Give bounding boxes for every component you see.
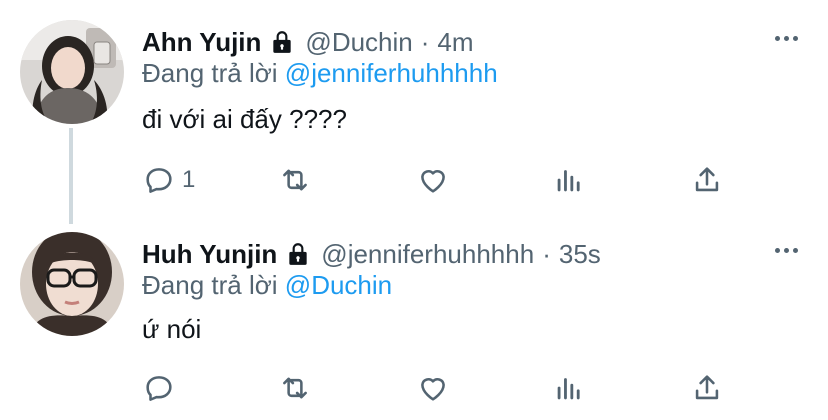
share-button[interactable] (690, 160, 724, 200)
thread-connector-line (69, 128, 73, 224)
tweet-actions: 1 (142, 160, 732, 200)
analytics-button[interactable] (552, 160, 586, 200)
like-button[interactable] (416, 368, 450, 408)
replying-to: Đang trả lời @Duchin (142, 270, 392, 301)
tweet-text: đi với ai đấy ???? (142, 104, 347, 134)
retweet-icon (283, 169, 307, 191)
heart-icon (421, 378, 445, 401)
like-button[interactable] (416, 160, 450, 200)
heart-icon (421, 170, 445, 193)
avatar-image (20, 20, 124, 124)
retweet-button[interactable] (278, 160, 312, 200)
comment-icon (146, 376, 172, 401)
tweet[interactable]: Ahn Yujin @Duchin · 4m Đang trả lời @jen… (0, 0, 828, 224)
retweet-button[interactable] (278, 368, 312, 408)
replying-to-label: Đang trả lời (142, 270, 278, 300)
replying-to-label: Đang trả lời (142, 58, 278, 88)
tweet-actions (142, 368, 732, 408)
avatar[interactable] (20, 232, 124, 336)
analytics-button[interactable] (552, 368, 586, 408)
more-icon[interactable] (775, 248, 798, 253)
more-icon[interactable] (775, 36, 798, 41)
separator-dot: · (542, 238, 551, 269)
comment-icon (146, 168, 172, 193)
lock-icon (285, 241, 311, 267)
avatar-image (20, 232, 124, 336)
tweet-header: Ahn Yujin @Duchin · 4m (142, 24, 474, 60)
timestamp[interactable]: 4m (437, 27, 473, 58)
handle[interactable]: @jenniferhuhhhhh (321, 239, 534, 270)
reply-count: 1 (182, 166, 196, 193)
tweet-thread: Ahn Yujin @Duchin · 4m Đang trả lời @jen… (0, 0, 828, 420)
reply-button[interactable]: 1 (142, 160, 195, 200)
reply-button[interactable] (142, 368, 182, 408)
handle[interactable]: @Duchin (305, 27, 412, 58)
bar-chart-icon (557, 378, 580, 400)
share-icon (695, 375, 719, 400)
lock-icon (269, 29, 295, 55)
tweet-header: Huh Yunjin @jenniferhuhhhhh · 35s (142, 236, 601, 272)
mention-link[interactable]: @jenniferhuhhhhh (285, 58, 498, 88)
tweet[interactable]: Huh Yunjin @jenniferhuhhhhh · 35s Đang t… (0, 212, 828, 420)
timestamp[interactable]: 35s (559, 239, 601, 270)
separator-dot: · (420, 26, 430, 57)
share-button[interactable] (690, 368, 724, 408)
replying-to: Đang trả lời @jenniferhuhhhhh (142, 58, 498, 89)
bar-chart-icon (557, 170, 580, 192)
display-name[interactable]: Ahn Yujin (142, 27, 261, 58)
avatar[interactable] (20, 20, 124, 124)
display-name[interactable]: Huh Yunjin (142, 239, 277, 270)
mention-link[interactable]: @Duchin (285, 270, 392, 300)
retweet-icon (283, 377, 307, 399)
tweet-text: ứ nói (142, 314, 202, 344)
share-icon (695, 167, 719, 192)
